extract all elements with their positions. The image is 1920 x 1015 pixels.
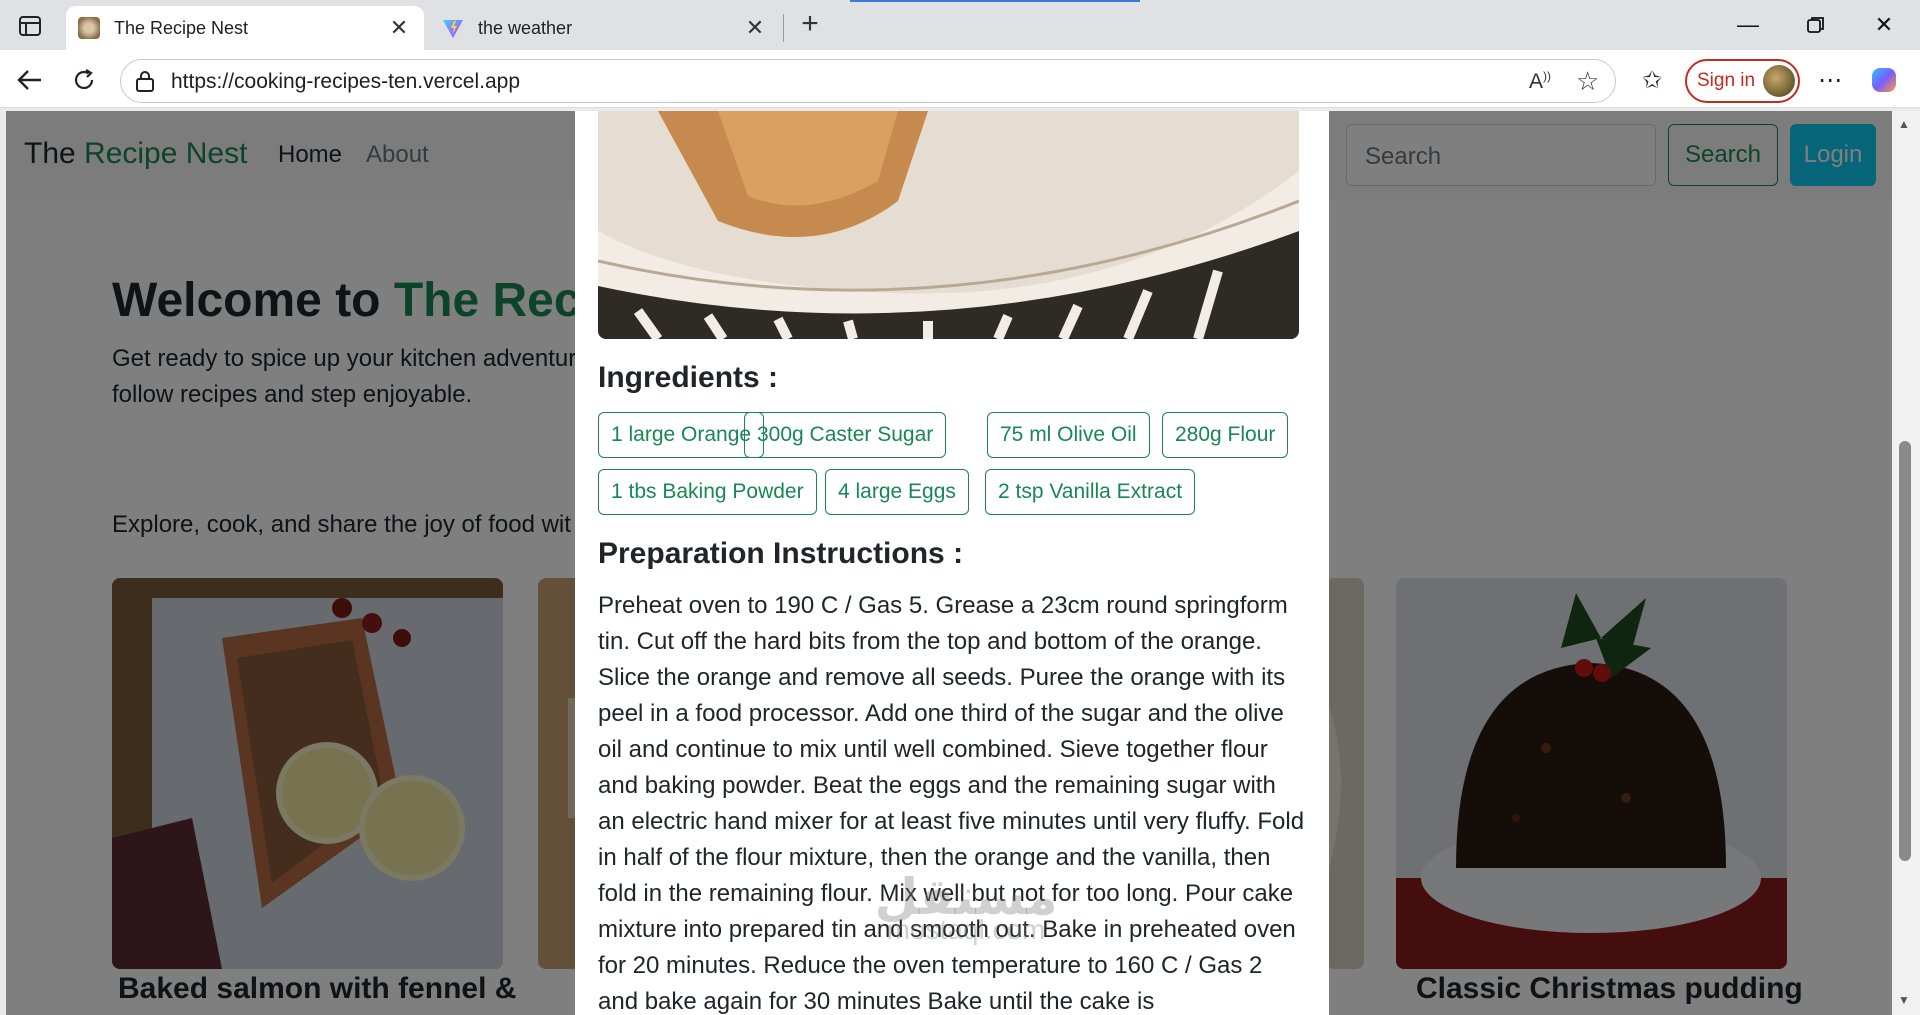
- ingredient-chip: 4 large Eggs: [825, 469, 969, 515]
- close-tab-icon[interactable]: ✕: [740, 15, 770, 41]
- ingredient-chip: 300g Caster Sugar: [744, 412, 947, 458]
- copilot-icon[interactable]: [1866, 62, 1902, 98]
- new-tab-icon[interactable]: +: [793, 8, 827, 42]
- ingredient-chip: 280g Flour: [1162, 412, 1289, 458]
- close-window-icon[interactable]: ✕: [1860, 8, 1908, 42]
- recipe-nest-favicon-icon: [78, 17, 100, 39]
- lock-icon[interactable]: [135, 70, 155, 97]
- browser-tab-bar: The Recipe Nest ✕ the weather ✕ + — ✕: [0, 0, 1920, 50]
- recipe-image: [598, 111, 1299, 339]
- scrollbar-thumb[interactable]: [1899, 441, 1911, 861]
- tab-title: The Recipe Nest: [114, 17, 249, 38]
- address-bar[interactable]: https://cooking-recipes-ten.vercel.app A…: [120, 59, 1616, 103]
- instructions-heading: Preparation Instructions :: [598, 537, 964, 570]
- vite-favicon-icon: [442, 17, 464, 39]
- favorite-star-icon[interactable]: ☆: [1576, 66, 1599, 97]
- ingredient-chip: 1 large Orange: [598, 412, 765, 458]
- instructions-text: Preheat oven to 190 C / Gas 5. Grease a …: [598, 592, 1305, 1015]
- loading-indicator: [850, 0, 1140, 2]
- minimize-icon[interactable]: —: [1724, 8, 1772, 42]
- avatar: [1763, 65, 1796, 97]
- read-aloud-icon[interactable]: A)): [1529, 69, 1551, 94]
- back-arrow-icon[interactable]: [12, 62, 48, 98]
- ingredients-heading: Ingredients :: [598, 361, 779, 394]
- ingredient-chip: 75 ml Olive Oil: [987, 412, 1150, 458]
- favorites-icon[interactable]: ✩: [1634, 62, 1670, 98]
- scroll-down-icon[interactable]: ▼: [1898, 993, 1910, 1007]
- ingredient-chip: 2 tsp Vanilla Extract: [985, 469, 1196, 515]
- scroll-up-icon[interactable]: ▲: [1898, 117, 1910, 131]
- more-options-icon[interactable]: ⋯: [1812, 62, 1848, 98]
- recipe-modal: Ingredients : 1 large Orange 300g Caster…: [575, 111, 1329, 1015]
- url-text[interactable]: https://cooking-recipes-ten.vercel.app: [171, 70, 520, 94]
- web-page: The Recipe Nest Home About Search Search…: [6, 111, 1892, 1015]
- sign-in-button[interactable]: Sign in: [1685, 59, 1800, 103]
- sidebar-toggle-icon[interactable]: [14, 10, 46, 42]
- refresh-icon[interactable]: [66, 62, 102, 98]
- sign-in-label: Sign in: [1697, 70, 1756, 91]
- tab-title: the weather: [478, 17, 573, 38]
- close-tab-icon[interactable]: ✕: [384, 15, 414, 41]
- tab-recipe-nest[interactable]: The Recipe Nest ✕: [66, 6, 424, 50]
- page-scrollbar[interactable]: ▲ ▼: [1892, 111, 1920, 1015]
- tab-separator: [783, 14, 784, 42]
- tab-the-weather[interactable]: the weather ✕: [430, 6, 780, 50]
- restore-icon[interactable]: [1792, 8, 1840, 42]
- ingredient-chip: 1 tbs Baking Powder: [598, 469, 817, 515]
